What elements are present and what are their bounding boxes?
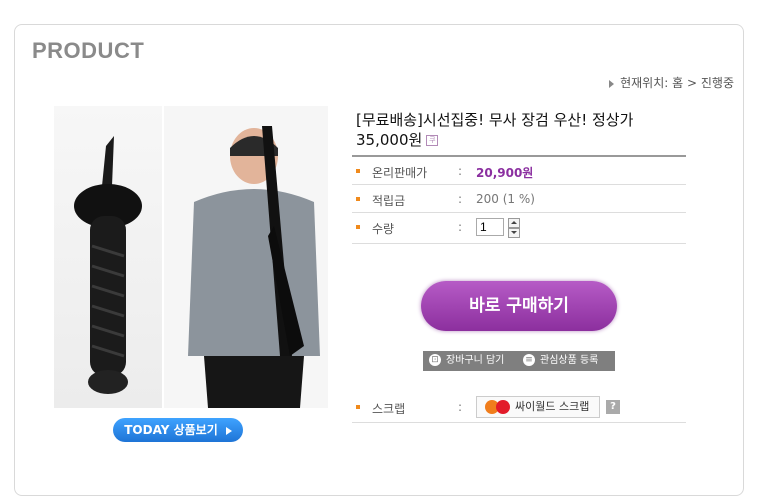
buy-now-button[interactable]: 바로 구매하기 [421, 281, 617, 331]
coupon-icon: 쿠 [426, 135, 439, 146]
product-image-model[interactable] [164, 106, 328, 408]
cart-icon: ⊡ [429, 354, 441, 366]
colon: : [458, 400, 463, 414]
colon: : [458, 164, 463, 178]
points-row: 적립금 : 200 (1 %) [352, 184, 686, 215]
scrap-row: 스크랩 : 싸이월드 스크랩 ? [352, 392, 686, 423]
breadcrumb-path[interactable]: 홈 > 진행중 [672, 76, 734, 90]
product-title-text: [무료배송]시선집중! 무사 장검 우산! 정상가 35,000원 [356, 111, 634, 149]
points-value: 200 (1 %) [476, 192, 535, 206]
product-image-handle[interactable] [54, 106, 162, 408]
cyworld-scrap-button[interactable]: 싸이월드 스크랩 [476, 396, 600, 418]
bullet-icon [356, 197, 360, 201]
quantity-up-icon[interactable] [508, 218, 520, 228]
quantity-down-icon[interactable] [508, 228, 520, 238]
quantity-label: 수량 [372, 222, 395, 236]
page-title: PRODUCT [32, 38, 145, 63]
quantity-row: 수량 : [352, 212, 686, 244]
breadcrumb-arrow-icon [609, 79, 615, 88]
model-back-illustration [164, 106, 328, 408]
add-to-wishlist-label: 관심상품 등록 [540, 355, 599, 366]
product-gallery[interactable] [54, 106, 328, 408]
product-title: [무료배송]시선집중! 무사 장검 우산! 정상가 35,000원 쿠 [356, 110, 686, 150]
cyworld-scrap-label: 싸이월드 스크랩 [515, 400, 590, 413]
bullet-icon [356, 405, 360, 409]
add-to-cart-label: 장바구니 담기 [446, 355, 505, 366]
today-products-button[interactable]: TODAY 상품보기 [113, 418, 243, 442]
cyworld-logo-icon [496, 400, 510, 414]
price-row: 온리판매가 : 20,900원 [352, 155, 686, 187]
points-label: 적립금 [372, 194, 406, 208]
price-label: 온리판매가 [372, 166, 428, 180]
bullet-icon [356, 169, 360, 173]
add-to-wishlist-button[interactable]: ≡ 관심상품 등록 [523, 351, 598, 371]
help-icon[interactable]: ? [606, 400, 620, 414]
add-to-cart-button[interactable]: ⊡ 장바구니 담기 [429, 351, 504, 371]
today-products-label: TODAY 상품보기 [124, 423, 218, 437]
quantity-stepper[interactable] [508, 218, 520, 238]
breadcrumb-label: 현재위치: [620, 76, 669, 90]
bullet-icon [356, 225, 360, 229]
price-value: 20,900원 [476, 166, 534, 180]
sword-handle-illustration [74, 136, 142, 394]
colon: : [458, 220, 463, 234]
list-icon: ≡ [523, 354, 535, 366]
breadcrumb: 현재위치: 홈 > 진행중 [609, 74, 734, 91]
colon: : [458, 192, 463, 206]
scrap-label: 스크랩 [372, 402, 406, 416]
play-arrow-icon [225, 426, 232, 435]
secondary-actions: ⊡ 장바구니 담기 ≡ 관심상품 등록 [423, 351, 615, 371]
quantity-input[interactable] [476, 218, 504, 236]
